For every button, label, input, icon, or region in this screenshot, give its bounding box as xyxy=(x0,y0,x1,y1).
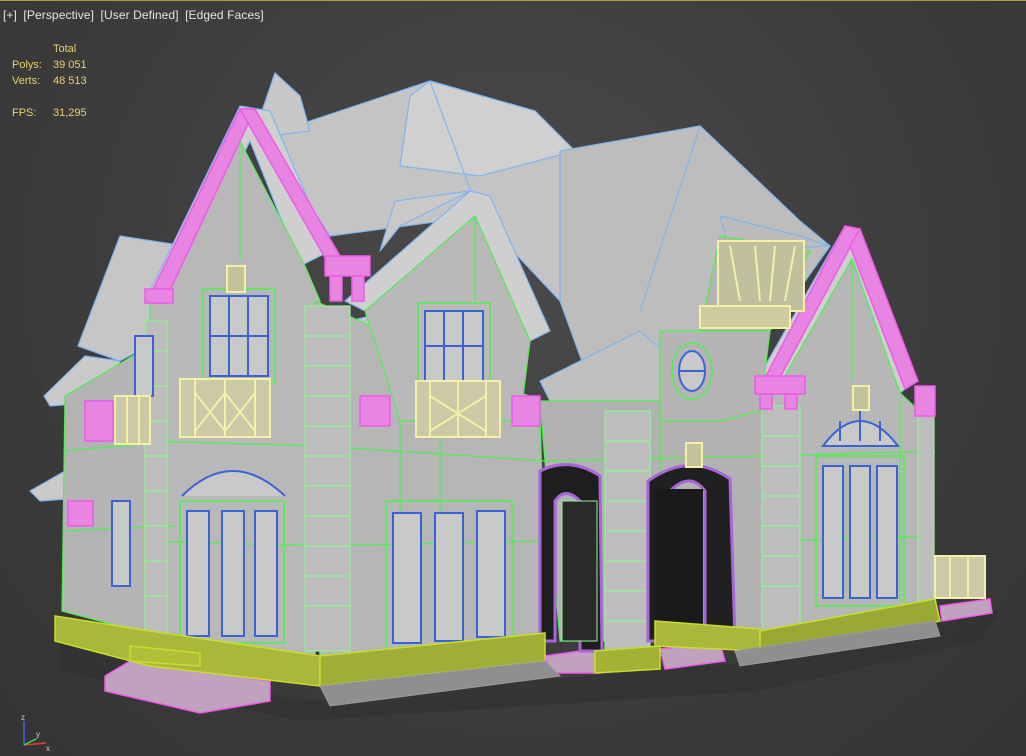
gizmo-y-label: y xyxy=(36,730,40,739)
house-model[interactable] xyxy=(0,1,1026,756)
gizmo-x-label: x xyxy=(46,744,50,753)
axis-gizmo: z x y xyxy=(21,713,50,753)
viewport[interactable]: [+] [Perspective] [User Defined] [Edged … xyxy=(0,0,1026,756)
gizmo-z-label: z xyxy=(21,713,25,722)
